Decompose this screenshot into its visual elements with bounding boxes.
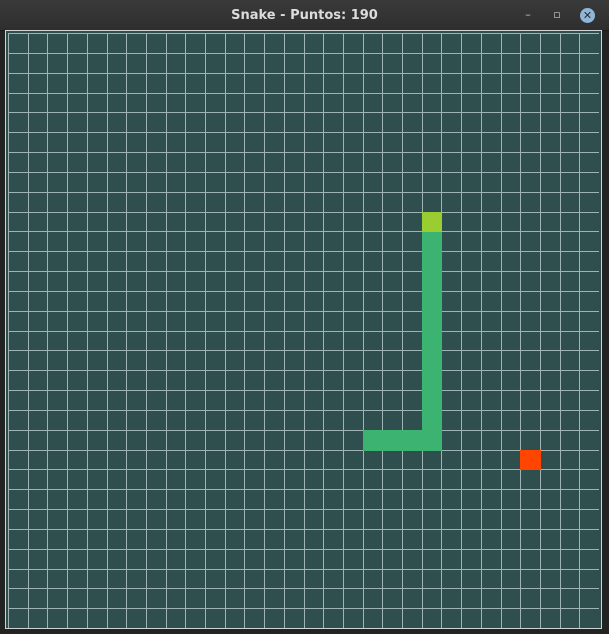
- game-window: Snake - Puntos: 190 – ▫ ✕: [0, 0, 609, 634]
- board-background: [8, 33, 599, 628]
- game-board-frame: [5, 30, 602, 629]
- window-title: Snake - Puntos: 190: [231, 8, 378, 23]
- snake-body-segment: [422, 251, 442, 272]
- snake-body-segment: [422, 410, 442, 431]
- minimize-icon[interactable]: –: [521, 8, 535, 22]
- game-board: [8, 33, 599, 628]
- snake-body-segment: [402, 430, 423, 451]
- snake-body-segment: [422, 350, 442, 371]
- snake-body-segment: [422, 390, 442, 411]
- snake-body-segment: [422, 331, 442, 351]
- snake-body-segment: [422, 430, 442, 451]
- maximize-icon[interactable]: ▫: [550, 8, 564, 22]
- snake-body-segment: [382, 430, 403, 451]
- snake-body-segment: [363, 430, 383, 451]
- snake-head: [422, 212, 442, 232]
- snake-body-segment: [422, 291, 442, 312]
- snake-body-segment: [422, 311, 442, 332]
- food-item: [520, 450, 541, 470]
- snake-body-segment: [422, 370, 442, 391]
- title-bar[interactable]: Snake - Puntos: 190 – ▫ ✕: [0, 0, 609, 31]
- close-icon[interactable]: ✕: [580, 8, 595, 23]
- snake-body-segment: [422, 271, 442, 292]
- snake-body-segment: [422, 231, 442, 252]
